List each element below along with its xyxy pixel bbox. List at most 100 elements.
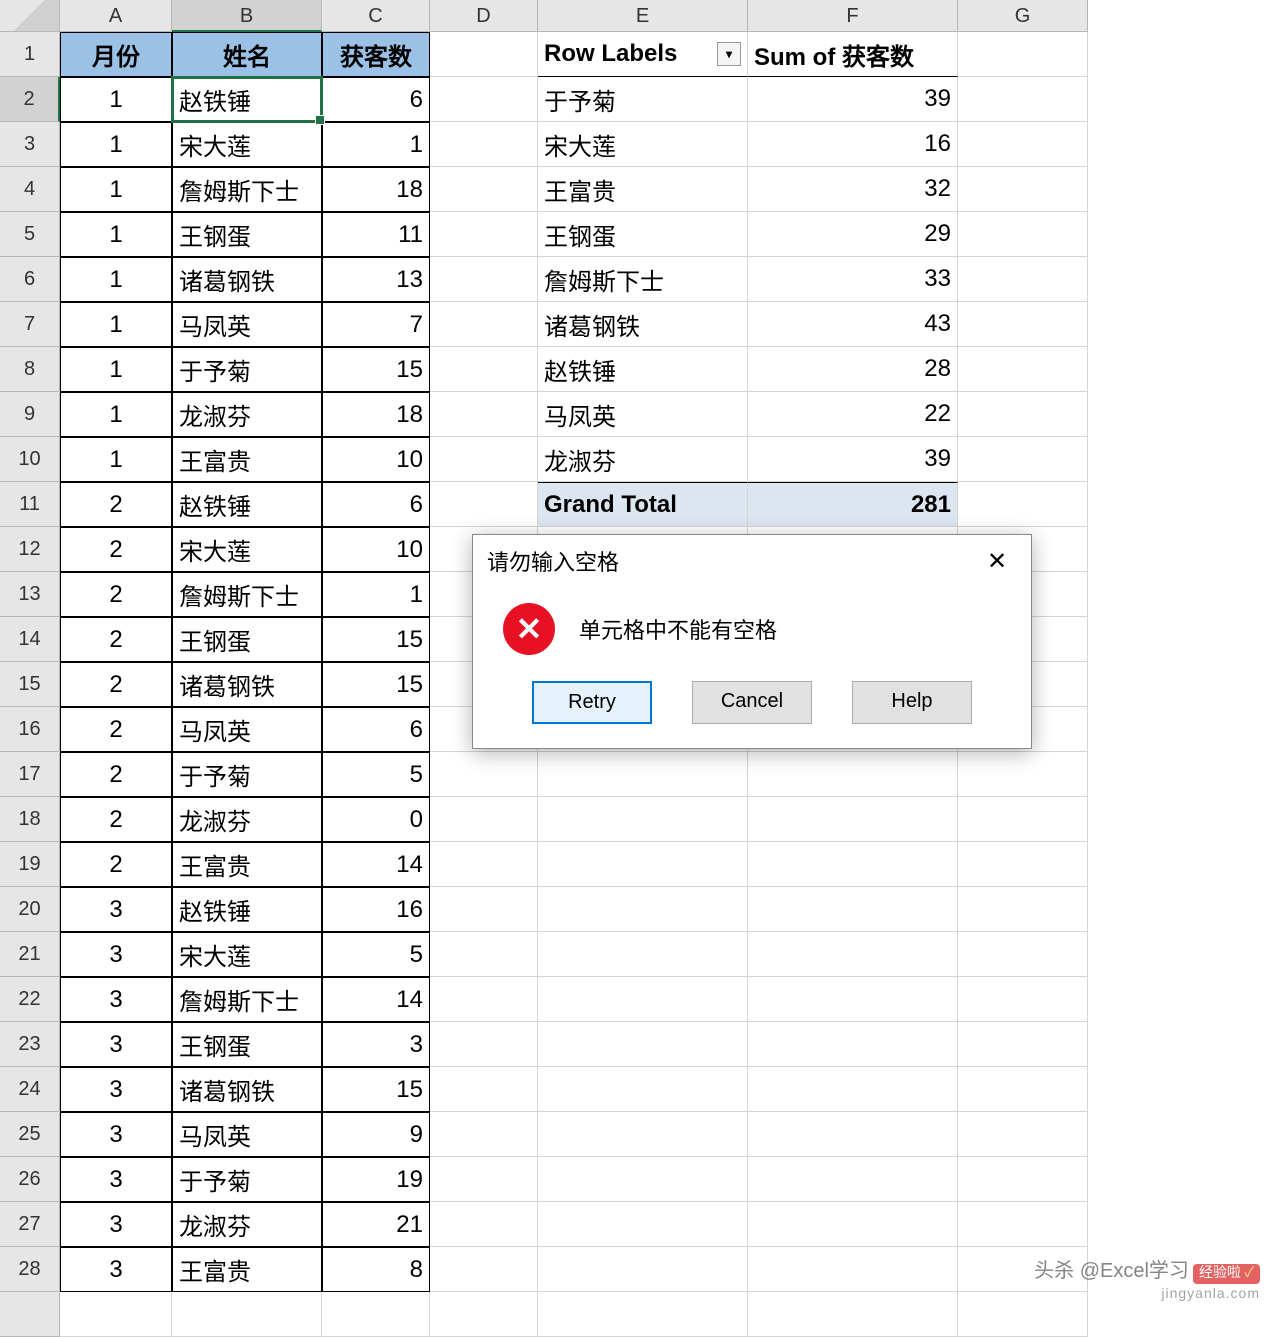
cell-D10[interactable] bbox=[430, 437, 538, 482]
retry-button[interactable]: Retry bbox=[532, 681, 652, 724]
cell-D21[interactable] bbox=[430, 932, 538, 977]
cell-A6[interactable]: 1 bbox=[60, 257, 172, 302]
row-header-8[interactable]: 8 bbox=[0, 347, 60, 392]
cell-G23[interactable] bbox=[958, 1022, 1088, 1067]
cell-A2[interactable]: 1 bbox=[60, 77, 172, 122]
row-header-18[interactable]: 18 bbox=[0, 797, 60, 842]
row-header-9[interactable]: 9 bbox=[0, 392, 60, 437]
cell-C24[interactable]: 15 bbox=[322, 1067, 430, 1112]
cell-C16[interactable]: 6 bbox=[322, 707, 430, 752]
cell-D28[interactable] bbox=[430, 1247, 538, 1292]
row-header-13[interactable]: 13 bbox=[0, 572, 60, 617]
cell-G11[interactable] bbox=[958, 482, 1088, 527]
cell-E22[interactable] bbox=[538, 977, 748, 1022]
cell-B24[interactable]: 诸葛钢铁 bbox=[172, 1067, 322, 1112]
cell-A7[interactable]: 1 bbox=[60, 302, 172, 347]
cell-B8[interactable]: 于予菊 bbox=[172, 347, 322, 392]
cell-F23[interactable] bbox=[748, 1022, 958, 1067]
column-header-B[interactable]: B bbox=[172, 0, 322, 32]
column-header-A[interactable]: A bbox=[60, 0, 172, 32]
cell-E18[interactable] bbox=[538, 797, 748, 842]
cell-F27[interactable] bbox=[748, 1202, 958, 1247]
cell-F21[interactable] bbox=[748, 932, 958, 977]
cell-A24[interactable]: 3 bbox=[60, 1067, 172, 1112]
pivot-grand-total-value[interactable]: 281 bbox=[748, 482, 958, 527]
cell-A5[interactable]: 1 bbox=[60, 212, 172, 257]
column-header-E[interactable]: E bbox=[538, 0, 748, 32]
cell-C21[interactable]: 5 bbox=[322, 932, 430, 977]
pivot-row-label[interactable]: 王钢蛋 bbox=[538, 212, 748, 257]
cell-B19[interactable]: 王富贵 bbox=[172, 842, 322, 887]
cell-G1[interactable] bbox=[958, 32, 1088, 77]
cell-B25[interactable]: 马凤英 bbox=[172, 1112, 322, 1157]
cell-B12[interactable]: 宋大莲 bbox=[172, 527, 322, 572]
row-header-21[interactable]: 21 bbox=[0, 932, 60, 977]
cell-B11[interactable]: 赵铁锤 bbox=[172, 482, 322, 527]
cell-G24[interactable] bbox=[958, 1067, 1088, 1112]
cell-C19[interactable]: 14 bbox=[322, 842, 430, 887]
row-header-26[interactable]: 26 bbox=[0, 1157, 60, 1202]
cell-E19[interactable] bbox=[538, 842, 748, 887]
cell-A28[interactable]: 3 bbox=[60, 1247, 172, 1292]
row-header-4[interactable]: 4 bbox=[0, 167, 60, 212]
cell-C28[interactable]: 8 bbox=[322, 1247, 430, 1292]
cell-E23[interactable] bbox=[538, 1022, 748, 1067]
select-all-corner[interactable] bbox=[0, 0, 60, 32]
cell-E29[interactable] bbox=[538, 1292, 748, 1337]
row-header-24[interactable]: 24 bbox=[0, 1067, 60, 1112]
cell-E26[interactable] bbox=[538, 1157, 748, 1202]
cell-E28[interactable] bbox=[538, 1247, 748, 1292]
cell-A11[interactable]: 2 bbox=[60, 482, 172, 527]
pivot-row-label[interactable]: 赵铁锤 bbox=[538, 347, 748, 392]
data-header-b[interactable]: 姓名 bbox=[172, 32, 322, 77]
column-header-F[interactable]: F bbox=[748, 0, 958, 32]
cell-G25[interactable] bbox=[958, 1112, 1088, 1157]
cell-D8[interactable] bbox=[430, 347, 538, 392]
cell-A27[interactable]: 3 bbox=[60, 1202, 172, 1247]
cell-C18[interactable]: 0 bbox=[322, 797, 430, 842]
cell-B2[interactable]: 赵铁锤 bbox=[172, 77, 322, 122]
cell-G7[interactable] bbox=[958, 302, 1088, 347]
pivot-row-value[interactable]: 16 bbox=[748, 122, 958, 167]
cell-C20[interactable]: 16 bbox=[322, 887, 430, 932]
cell-D25[interactable] bbox=[430, 1112, 538, 1157]
cell-B18[interactable]: 龙淑芬 bbox=[172, 797, 322, 842]
cell-B20[interactable]: 赵铁锤 bbox=[172, 887, 322, 932]
cell-C5[interactable]: 11 bbox=[322, 212, 430, 257]
pivot-row-labels-header[interactable]: Row Labels▾ bbox=[538, 32, 748, 77]
cell-D2[interactable] bbox=[430, 77, 538, 122]
cell-G22[interactable] bbox=[958, 977, 1088, 1022]
cell-E24[interactable] bbox=[538, 1067, 748, 1112]
cell-E25[interactable] bbox=[538, 1112, 748, 1157]
cell-C26[interactable]: 19 bbox=[322, 1157, 430, 1202]
row-header-14[interactable]: 14 bbox=[0, 617, 60, 662]
row-header-11[interactable]: 11 bbox=[0, 482, 60, 527]
cell-D22[interactable] bbox=[430, 977, 538, 1022]
row-header-7[interactable]: 7 bbox=[0, 302, 60, 347]
cell-D17[interactable] bbox=[430, 752, 538, 797]
cell-G6[interactable] bbox=[958, 257, 1088, 302]
cell-G5[interactable] bbox=[958, 212, 1088, 257]
cell-F26[interactable] bbox=[748, 1157, 958, 1202]
cell-F22[interactable] bbox=[748, 977, 958, 1022]
column-header-G[interactable]: G bbox=[958, 0, 1088, 32]
cell-B15[interactable]: 诸葛钢铁 bbox=[172, 662, 322, 707]
cell-D6[interactable] bbox=[430, 257, 538, 302]
row-header-22[interactable]: 22 bbox=[0, 977, 60, 1022]
cell-C7[interactable]: 7 bbox=[322, 302, 430, 347]
cell-G28[interactable] bbox=[958, 1247, 1088, 1292]
row-header-19[interactable]: 19 bbox=[0, 842, 60, 887]
cell-C13[interactable]: 1 bbox=[322, 572, 430, 617]
cell-B10[interactable]: 王富贵 bbox=[172, 437, 322, 482]
cell-F25[interactable] bbox=[748, 1112, 958, 1157]
cell-A22[interactable]: 3 bbox=[60, 977, 172, 1022]
cell-D27[interactable] bbox=[430, 1202, 538, 1247]
cell-F19[interactable] bbox=[748, 842, 958, 887]
cell-C4[interactable]: 18 bbox=[322, 167, 430, 212]
cell-C25[interactable]: 9 bbox=[322, 1112, 430, 1157]
row-header-1[interactable]: 1 bbox=[0, 32, 60, 77]
pivot-row-label[interactable]: 詹姆斯下士 bbox=[538, 257, 748, 302]
row-header-12[interactable]: 12 bbox=[0, 527, 60, 572]
cell-G26[interactable] bbox=[958, 1157, 1088, 1202]
pivot-row-label[interactable]: 于予菊 bbox=[538, 77, 748, 122]
